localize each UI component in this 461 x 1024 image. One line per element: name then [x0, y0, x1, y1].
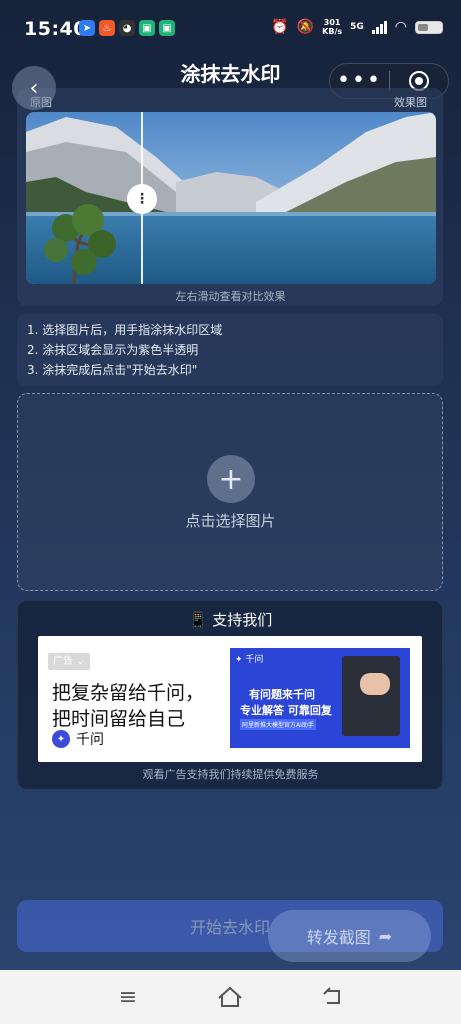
compare-slider-handle[interactable]: ⋮ — [127, 184, 157, 214]
app-notification-icon: ▣ — [139, 20, 155, 36]
back-nav-button[interactable] — [318, 982, 348, 1012]
qianwen-logo-icon: ✦ — [52, 730, 70, 748]
penguin-app-icon: ◕ — [119, 20, 135, 36]
ad-image-headline: 有问题来千问 — [249, 688, 315, 701]
instruction-step: 3. 涂抹完成后点击"开始去水印" — [27, 363, 198, 377]
network-speed: 301 KB/s — [322, 18, 343, 36]
mute-icon: 🔕 — [296, 19, 315, 35]
result-label: 效果图 — [394, 96, 427, 109]
wifi-icon: ◠ — [394, 19, 407, 35]
ad-image-brand: ✦ 千问 — [235, 655, 264, 665]
ad-image-subhead: 专业解答 可靠回复 — [240, 704, 332, 717]
ad-brand: ✦ 千问 — [52, 729, 104, 749]
app-notification-icon: ➤ — [79, 20, 95, 36]
ad-badge[interactable]: 广告 ⌄ — [48, 653, 90, 670]
back-button[interactable]: ‹ — [12, 66, 56, 110]
instructions-panel: 1. 选择图片后，用手指涂抹水印区域 2. 涂抹区域会显示为紫色半透明 3. 涂… — [17, 314, 443, 386]
compare-image[interactable] — [26, 112, 436, 284]
network-type: 5G — [350, 22, 364, 32]
image-picker-label: 点击选择图片 — [185, 512, 276, 530]
support-title: 📱 支持我们 — [188, 611, 273, 629]
share-arrow-icon: ➦ — [378, 926, 393, 946]
share-screenshot-button[interactable]: 转发截图 ➦ — [268, 910, 431, 962]
ad-headline: 把复杂留给千问， — [52, 682, 205, 704]
ad-image: ✦ 千问 有问题来千问 专业解答 可靠回复 阿里新推大模型官方AI助手 — [230, 648, 410, 748]
chevron-left-icon: ‹ — [29, 75, 39, 101]
battery-icon — [415, 20, 443, 34]
signal-icon — [371, 20, 387, 34]
chevron-down-icon: ⌄ — [76, 656, 85, 667]
app-notification-icon: ▣ — [159, 20, 175, 36]
system-nav-bar: ≡ — [0, 970, 461, 1024]
status-time: 15:40 — [24, 18, 87, 40]
system-icons: ⏰ 🔕 301 KB/s 5G ◠ — [271, 18, 443, 36]
ad-image-tag: 阿里新推大模型官方AI助手 — [240, 719, 316, 730]
home-icon — [218, 986, 242, 1007]
return-icon — [323, 987, 340, 1004]
landscape-image — [26, 112, 436, 284]
menu-nav-button[interactable]: ≡ — [113, 982, 143, 1012]
instruction-step: 2. 涂抹区域会显示为紫色半透明 — [27, 343, 199, 357]
menu-icon: ≡ — [118, 984, 138, 1010]
ad-headline: 把时间留给自己 — [52, 708, 186, 730]
status-bar: 15:40 ➤ ♨ ◕ ▣ ▣ ⏰ 🔕 301 KB/s 5G ◠ — [0, 0, 461, 58]
app-notification-icon: ♨ — [99, 20, 115, 36]
support-hint: 观看广告支持我们持续提供免费服务 — [142, 768, 319, 781]
plus-icon: + — [218, 461, 244, 497]
alarm-icon: ⏰ — [271, 19, 289, 35]
hand-illustration — [360, 673, 390, 695]
add-image-button[interactable]: + — [207, 455, 255, 503]
compare-hint: 左右滑动查看对比效果 — [175, 290, 286, 303]
instruction-step: 1. 选择图片后，用手指涂抹水印区域 — [27, 323, 223, 337]
notification-icons: ➤ ♨ ◕ ▣ ▣ — [79, 20, 175, 36]
home-nav-button[interactable] — [215, 982, 245, 1012]
phone-icon: 📱 — [188, 611, 208, 629]
ad-banner[interactable]: 广告 ⌄ 把复杂留给千问， 把时间留给自己 ✦ 千问 ✦ 千问 有问题来千问 专… — [38, 636, 422, 762]
keyboard-illustration — [342, 656, 400, 736]
